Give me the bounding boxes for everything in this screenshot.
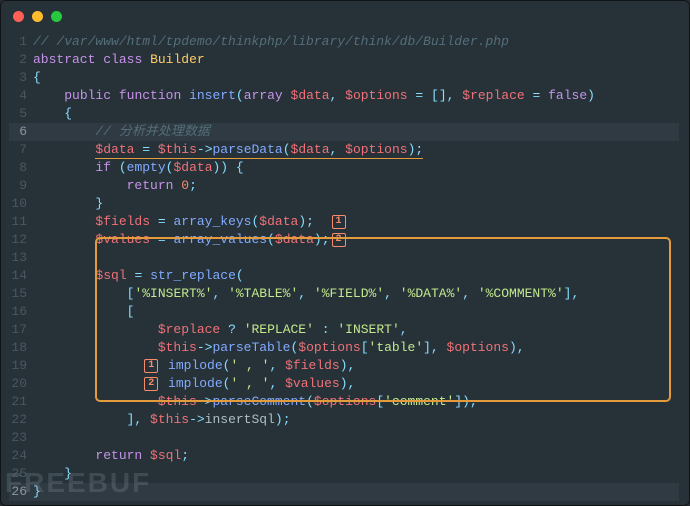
line-number: 3 <box>9 69 33 87</box>
code-content: abstract class Builder <box>33 51 679 69</box>
line-number: 4 <box>9 87 33 105</box>
line-number: 17 <box>9 321 33 339</box>
window-close-button[interactable] <box>13 11 24 22</box>
code-line: 8 if (empty($data)) { <box>9 159 679 177</box>
code-content: $fields = array_keys($data); 1 <box>33 213 679 231</box>
code-content: $data = $this->parseData($data, $options… <box>33 141 679 159</box>
line-number: 16 <box>9 303 33 321</box>
code-line: 2abstract class Builder <box>9 51 679 69</box>
code-line: 13 <box>9 249 679 267</box>
code-content: return 0; <box>33 177 679 195</box>
line-number: 10 <box>9 195 33 213</box>
line-number: 2 <box>9 51 33 69</box>
annotation-marker: 1 <box>332 215 346 229</box>
code-line: 7 $data = $this->parseData($data, $optio… <box>9 141 679 159</box>
line-number: 19 <box>9 357 33 375</box>
code-line: 16 [ <box>9 303 679 321</box>
code-line: 23 <box>9 429 679 447</box>
code-content <box>33 429 679 447</box>
line-number: 7 <box>9 141 33 159</box>
code-content: { <box>33 69 679 87</box>
line-number: 12 <box>9 231 33 249</box>
code-line: 12 $values = array_values($data);2 <box>9 231 679 249</box>
code-content: // 分析并处理数据 <box>33 123 679 141</box>
code-content: $replace ? 'REPLACE' : 'INSERT', <box>33 321 679 339</box>
code-content: return $sql; <box>33 447 679 465</box>
code-line: 25 } <box>9 465 679 483</box>
line-number: 18 <box>9 339 33 357</box>
code-line: 26} <box>9 483 679 501</box>
code-content: } <box>33 465 679 483</box>
code-line: 6 // 分析并处理数据 <box>9 123 679 141</box>
code-line: 11 $fields = array_keys($data); 1 <box>9 213 679 231</box>
code-line: 15 ['%INSERT%', '%TABLE%', '%FIELD%', '%… <box>9 285 679 303</box>
code-content: // /var/www/html/tpdemo/thinkphp/library… <box>33 33 679 51</box>
editor-window: 1// /var/www/html/tpdemo/thinkphp/librar… <box>0 0 690 506</box>
code-content: $this->parseTable($options['table'], $op… <box>33 339 679 357</box>
line-number: 6 <box>9 123 33 141</box>
line-number: 11 <box>9 213 33 231</box>
code-content: ['%INSERT%', '%TABLE%', '%FIELD%', '%DAT… <box>33 285 679 303</box>
line-number: 21 <box>9 393 33 411</box>
line-number: 24 <box>9 447 33 465</box>
line-number: 22 <box>9 411 33 429</box>
code-line: 4 public function insert(array $data, $o… <box>9 87 679 105</box>
code-content: [ <box>33 303 679 321</box>
line-number: 1 <box>9 33 33 51</box>
annotation-marker: 2 <box>144 377 158 391</box>
code-line: 21 $this->parseComment($options['comment… <box>9 393 679 411</box>
line-number: 15 <box>9 285 33 303</box>
code-content: } <box>33 195 679 213</box>
line-number: 13 <box>9 249 33 267</box>
code-content <box>33 249 679 267</box>
annotation-marker: 1 <box>144 359 158 373</box>
line-number: 23 <box>9 429 33 447</box>
annotation-marker: 2 <box>332 233 346 247</box>
code-content: } <box>33 483 679 501</box>
code-content: $this->parseComment($options['comment'])… <box>33 393 679 411</box>
code-content: if (empty($data)) { <box>33 159 679 177</box>
code-content: public function insert(array $data, $opt… <box>33 87 679 105</box>
code-line: 14 $sql = str_replace( <box>9 267 679 285</box>
code-editor[interactable]: 1// /var/www/html/tpdemo/thinkphp/librar… <box>1 31 689 506</box>
code-line: 18 $this->parseTable($options['table'], … <box>9 339 679 357</box>
code-content: { <box>33 105 679 123</box>
code-line: 5 { <box>9 105 679 123</box>
code-line: 19 1 implode(' , ', $fields), <box>9 357 679 375</box>
code-content: $values = array_values($data);2 <box>33 231 679 249</box>
line-number: 26 <box>9 483 33 501</box>
line-number: 20 <box>9 375 33 393</box>
code-line: 3{ <box>9 69 679 87</box>
code-line: 9 return 0; <box>9 177 679 195</box>
code-line: 22 ], $this->insertSql); <box>9 411 679 429</box>
line-number: 25 <box>9 465 33 483</box>
code-line: 10 } <box>9 195 679 213</box>
line-number: 14 <box>9 267 33 285</box>
code-line: 20 2 implode(' , ', $values), <box>9 375 679 393</box>
code-line: 17 $replace ? 'REPLACE' : 'INSERT', <box>9 321 679 339</box>
window-minimize-button[interactable] <box>32 11 43 22</box>
line-number: 9 <box>9 177 33 195</box>
line-number: 5 <box>9 105 33 123</box>
line-number: 8 <box>9 159 33 177</box>
titlebar <box>1 1 689 31</box>
code-content: 2 implode(' , ', $values), <box>33 375 679 393</box>
code-line: 1// /var/www/html/tpdemo/thinkphp/librar… <box>9 33 679 51</box>
code-line: 24 return $sql; <box>9 447 679 465</box>
code-content: ], $this->insertSql); <box>33 411 679 429</box>
code-content: $sql = str_replace( <box>33 267 679 285</box>
window-zoom-button[interactable] <box>51 11 62 22</box>
code-content: 1 implode(' , ', $fields), <box>33 357 679 375</box>
